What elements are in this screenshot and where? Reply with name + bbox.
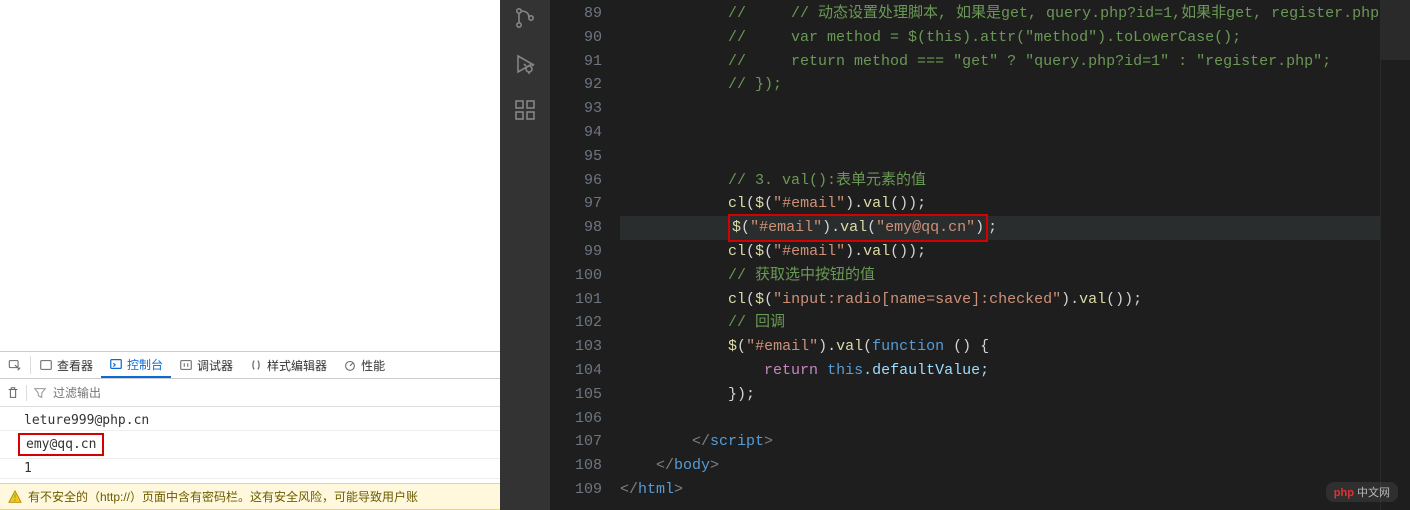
code-line[interactable]: cl($("#email").val());	[620, 192, 1380, 216]
vscode-window: 89 90 91 92 93 94 95 96 97 98 99 100 101…	[500, 0, 1410, 510]
code-line[interactable]: return this.defaultValue;	[620, 359, 1380, 383]
code-line[interactable]: $("#email").val(function () {	[620, 335, 1380, 359]
line-number: 92	[550, 73, 602, 97]
watermark-brand: php	[1334, 487, 1354, 499]
line-number: 103	[550, 335, 602, 359]
watermark-text: 中文网	[1354, 487, 1390, 499]
code-line[interactable]: // 回调	[620, 311, 1380, 335]
line-number: 100	[550, 264, 602, 288]
console-toolbar	[0, 379, 500, 407]
console-icon	[109, 357, 123, 371]
extensions-icon[interactable]	[511, 96, 539, 124]
code-line[interactable]: // 3. val():表单元素的值	[620, 169, 1380, 193]
devtools-tabbar: 查看器 控制台 调试器 样式编辑器 性能	[0, 351, 500, 379]
tab-style-editor-label: 样式编辑器	[267, 357, 327, 374]
console-line[interactable]: leture999@php.cn	[0, 411, 500, 431]
line-number: 104	[550, 359, 602, 383]
code-editor[interactable]: 89 90 91 92 93 94 95 96 97 98 99 100 101…	[550, 0, 1410, 510]
code-line[interactable]: // // 动态设置处理脚本, 如果是get, query.php?id=1,如…	[620, 2, 1380, 26]
watermark: php 中文网	[1326, 482, 1398, 502]
line-number: 107	[550, 430, 602, 454]
code-line[interactable]: cl($("input:radio[name=save]:checked").v…	[620, 288, 1380, 312]
code-line[interactable]: // return method === "get" ? "query.php?…	[620, 50, 1380, 74]
line-number-gutter: 89 90 91 92 93 94 95 96 97 98 99 100 101…	[550, 0, 620, 510]
line-number: 97	[550, 192, 602, 216]
inspector-icon	[39, 358, 53, 372]
code-line[interactable]: // 获取选中按钮的值	[620, 264, 1380, 288]
tab-inspector[interactable]: 查看器	[31, 352, 101, 378]
code-line[interactable]: </html>	[620, 478, 1380, 502]
code-line[interactable]	[620, 407, 1380, 431]
line-number: 89	[550, 2, 602, 26]
code-line[interactable]	[620, 121, 1380, 145]
activity-bar	[500, 0, 550, 510]
console-line-text: emy@qq.cn	[18, 433, 104, 456]
filter-input[interactable]	[53, 386, 494, 400]
line-number: 96	[550, 169, 602, 193]
devtools-panel: 查看器 控制台 调试器 样式编辑器 性能 leture999@php.cn em…	[0, 0, 500, 510]
line-number: 102	[550, 311, 602, 335]
tab-performance[interactable]: 性能	[335, 352, 393, 378]
line-number: 98	[550, 216, 602, 240]
source-control-icon[interactable]	[511, 4, 539, 32]
line-number: 91	[550, 50, 602, 74]
line-number: 99	[550, 240, 602, 264]
line-number: 109	[550, 478, 602, 502]
pick-element-icon	[8, 358, 22, 372]
code-line[interactable]: cl($("#email").val());	[620, 240, 1380, 264]
code-line[interactable]: });	[620, 383, 1380, 407]
line-number: 108	[550, 454, 602, 478]
code-line[interactable]: // var method = $(this).attr("method").t…	[620, 26, 1380, 50]
run-debug-icon[interactable]	[511, 50, 539, 78]
performance-icon	[343, 358, 357, 372]
divider	[26, 385, 27, 401]
tab-debugger[interactable]: 调试器	[171, 352, 241, 378]
warning-icon	[8, 490, 22, 504]
tab-inspector-label: 查看器	[57, 357, 93, 374]
tab-console[interactable]: 控制台	[101, 352, 171, 378]
code-line[interactable]: </script>	[620, 430, 1380, 454]
tab-performance-label: 性能	[361, 357, 385, 374]
warning-text: 有不安全的（http://）页面中含有密码栏。这有安全风险，可能导致用户账	[28, 488, 418, 505]
line-number: 106	[550, 407, 602, 431]
tab-style-editor[interactable]: 样式编辑器	[241, 352, 335, 378]
line-number: 95	[550, 145, 602, 169]
page-viewport-blank	[0, 0, 500, 351]
funnel-icon[interactable]	[33, 386, 47, 400]
code-line[interactable]	[620, 145, 1380, 169]
line-number: 105	[550, 383, 602, 407]
line-number: 94	[550, 121, 602, 145]
code-line[interactable]: // });	[620, 73, 1380, 97]
code-line[interactable]	[620, 97, 1380, 121]
console-line-highlighted[interactable]: emy@qq.cn	[0, 431, 500, 459]
pick-element-button[interactable]	[0, 352, 30, 378]
minimap[interactable]	[1380, 0, 1410, 510]
trash-icon[interactable]	[6, 386, 20, 400]
code-line[interactable]: </body>	[620, 454, 1380, 478]
code-area[interactable]: // // 动态设置处理脚本, 如果是get, query.php?id=1,如…	[620, 0, 1380, 510]
line-number: 93	[550, 97, 602, 121]
tab-debugger-label: 调试器	[197, 357, 233, 374]
tab-console-label: 控制台	[127, 356, 163, 373]
line-number: 101	[550, 288, 602, 312]
debugger-icon	[179, 358, 193, 372]
style-editor-icon	[249, 358, 263, 372]
console-output: leture999@php.cn emy@qq.cn 1	[0, 407, 500, 483]
security-warning[interactable]: 有不安全的（http://）页面中含有密码栏。这有安全风险，可能导致用户账	[0, 483, 500, 510]
line-number: 90	[550, 26, 602, 50]
console-line[interactable]: 1	[0, 459, 500, 479]
code-line-active[interactable]: $("#email").val("emy@qq.cn");	[620, 216, 1380, 240]
